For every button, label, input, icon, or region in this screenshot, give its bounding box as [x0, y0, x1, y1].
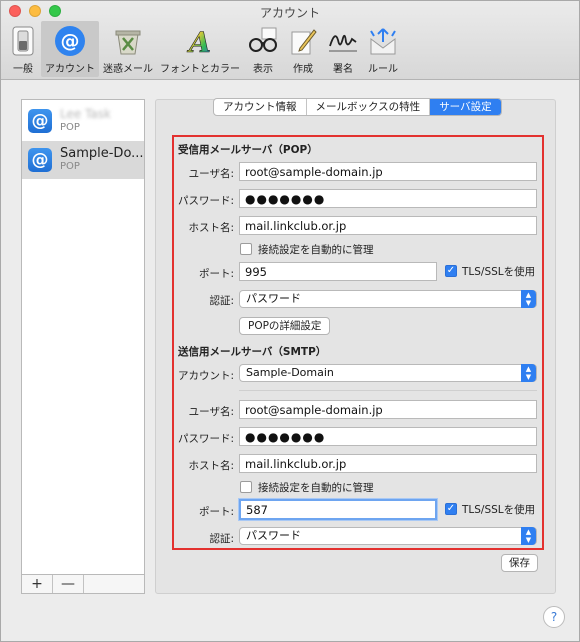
- toolbar-general-label: 一般: [13, 64, 33, 75]
- settings-tabs: アカウント情報 メールボックスの特性 サーバ設定: [213, 98, 502, 116]
- account-item-selected[interactable]: @ Sample-Do... POP: [22, 141, 144, 179]
- tab-server-settings[interactable]: サーバ設定: [430, 99, 501, 115]
- glasses-icon: [247, 25, 279, 57]
- rules-icon: [367, 25, 399, 57]
- toolbar-composing-label: 作成: [293, 64, 313, 75]
- toolbar-fonts-colors[interactable]: A フォントとカラー: [157, 21, 243, 77]
- toolbar-fonts-colors-label: フォントとカラー: [160, 64, 240, 75]
- svg-text:A: A: [186, 26, 211, 56]
- toolbar-signatures[interactable]: 署名: [323, 21, 363, 77]
- tab-account-info[interactable]: アカウント情報: [214, 99, 307, 115]
- add-account-button[interactable]: +: [22, 575, 53, 593]
- at-sign-icon: @: [28, 109, 52, 133]
- preferences-toolbar: 一般 @ アカウント 迷惑メール A フォントとカラー 表示 作成 署名 ルール: [5, 21, 403, 77]
- toolbar-viewing[interactable]: 表示: [243, 21, 283, 77]
- account-item[interactable]: @ Lee Task POP: [22, 102, 144, 140]
- toolbar-accounts[interactable]: @ アカウント: [41, 21, 99, 77]
- account-list-footer: + —: [21, 574, 145, 594]
- save-button[interactable]: 保存: [501, 554, 538, 572]
- toolbar-composing[interactable]: 作成: [283, 21, 323, 77]
- toolbar-rules[interactable]: ルール: [363, 21, 403, 77]
- tab-mailbox-behaviors[interactable]: メールボックスの特性: [307, 99, 431, 115]
- at-sign-icon: @: [28, 148, 52, 172]
- at-sign-icon: @: [54, 25, 86, 57]
- highlight-box: [172, 135, 544, 550]
- account-type: POP: [60, 122, 80, 133]
- svg-text:@: @: [61, 30, 80, 52]
- account-list: @ Lee Task POP @ Sample-Do... POP: [21, 99, 145, 594]
- compose-icon: [287, 25, 319, 57]
- toolbar-general[interactable]: 一般: [5, 21, 41, 77]
- accounts-window: アカウント 一般 @ アカウント 迷惑メール A フォントとカラー 表示 作成 …: [0, 0, 580, 642]
- toolbar-rules-label: ルール: [368, 64, 398, 75]
- account-name: Lee Task: [60, 107, 111, 121]
- toolbar-junk[interactable]: 迷惑メール: [99, 21, 157, 77]
- switch-icon: [7, 25, 39, 57]
- remove-account-button[interactable]: —: [53, 575, 84, 593]
- signature-icon: [327, 25, 359, 57]
- title-bar: アカウント 一般 @ アカウント 迷惑メール A フォントとカラー 表示 作成 …: [1, 1, 579, 80]
- toolbar-accounts-label: アカウント: [45, 64, 95, 75]
- toolbar-signatures-label: 署名: [333, 64, 353, 75]
- window-title: アカウント: [259, 6, 320, 20]
- account-name: Sample-Do...: [60, 146, 144, 161]
- font-color-icon: A: [184, 25, 216, 57]
- junk-mail-icon: [112, 25, 144, 57]
- toolbar-junk-label: 迷惑メール: [103, 64, 153, 75]
- account-type: POP: [60, 161, 80, 172]
- toolbar-viewing-label: 表示: [253, 64, 273, 75]
- help-button[interactable]: ?: [543, 606, 565, 628]
